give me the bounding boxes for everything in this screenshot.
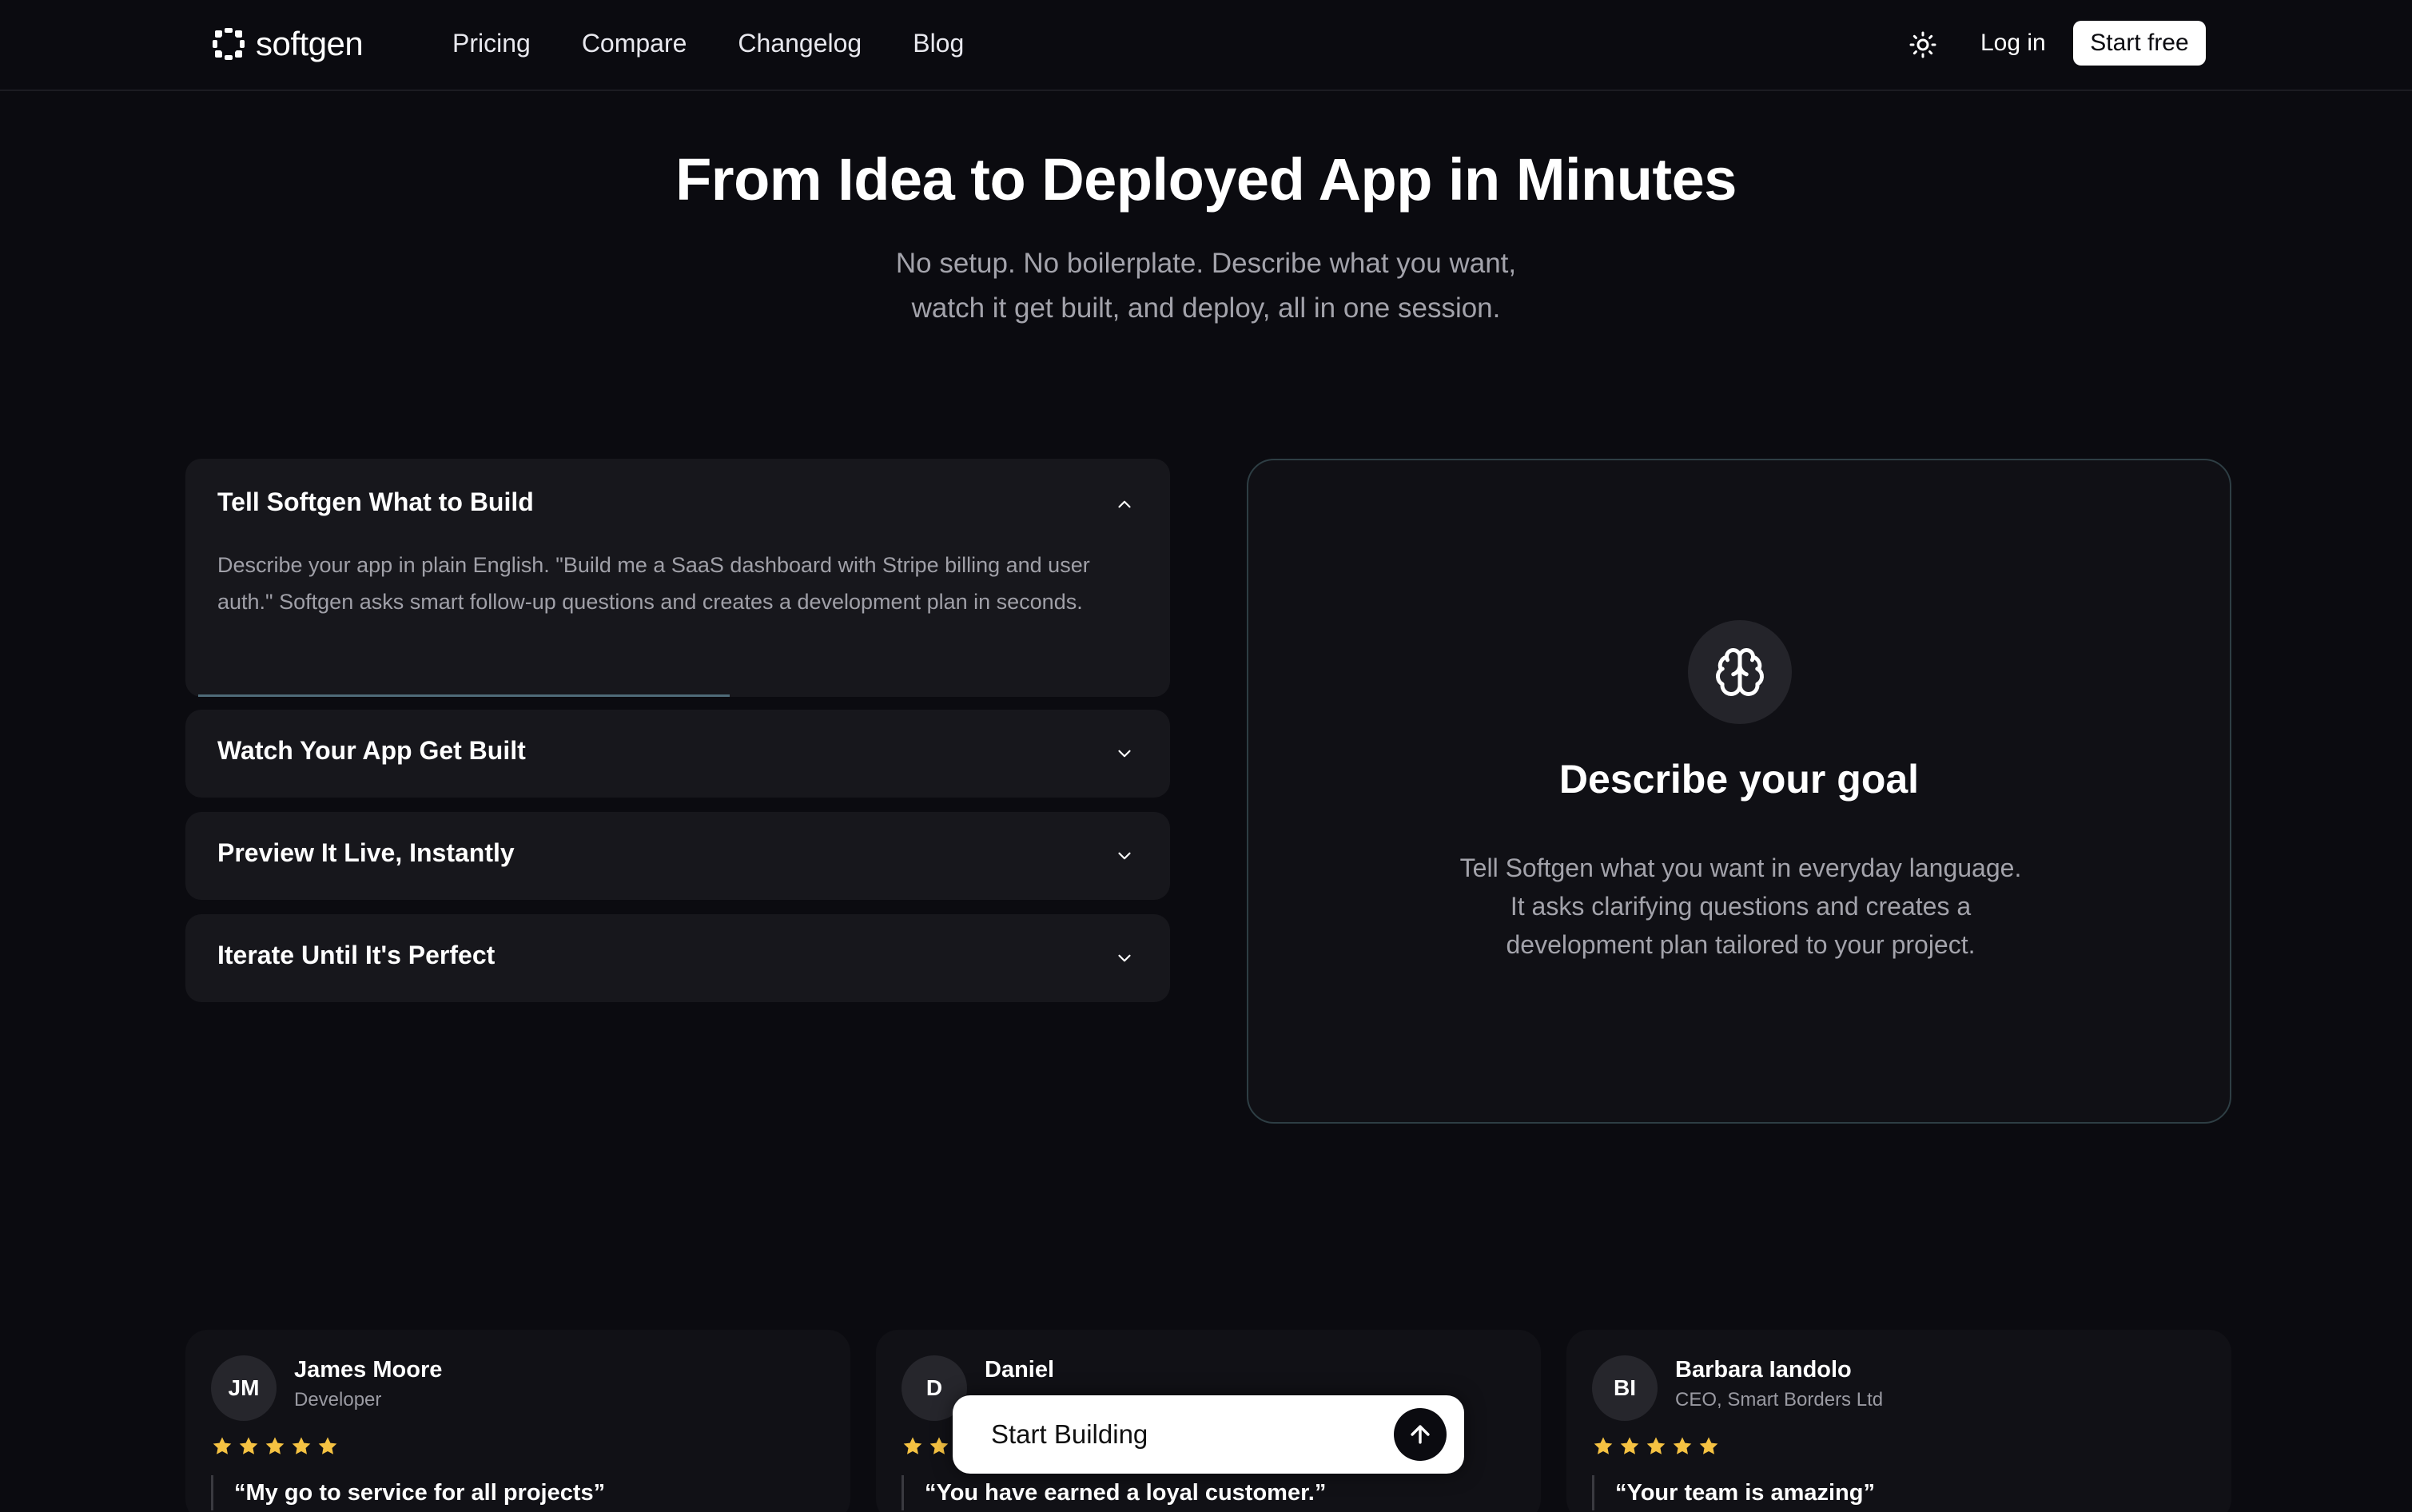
testimonial-name: Barbara Iandolo <box>1675 1357 1852 1383</box>
avatar: JM <box>211 1355 277 1421</box>
hero-subtitle-line-1: No setup. No boilerplate. Describe what … <box>895 248 1517 279</box>
star-icon <box>1646 1437 1666 1454</box>
hero-title: From Idea to Deployed App in Minutes <box>675 146 1737 213</box>
sun-icon[interactable] <box>1909 30 1937 59</box>
chevron-up-icon[interactable] <box>1114 494 1135 515</box>
testimonial-card: BI Barbara Iandolo CEO, Smart Borders Lt… <box>1566 1330 2231 1512</box>
hero-subtitle-line-2: watch it get built, and deploy, all in o… <box>911 292 1501 324</box>
accordion-item-title[interactable]: Watch Your App Get Built <box>217 736 526 766</box>
testimonial-card: JM James Moore Developer “My go to servi… <box>185 1330 850 1512</box>
chevron-down-icon[interactable] <box>1114 846 1135 866</box>
star-icon <box>1699 1437 1718 1454</box>
start-building-bar[interactable]: Start Building <box>953 1395 1464 1474</box>
start-building-submit-button[interactable] <box>1394 1408 1447 1461</box>
accordion-item-preview-live[interactable]: Preview It Live, Instantly <box>185 812 1170 900</box>
star-icon <box>1620 1437 1639 1454</box>
star-icon <box>903 1437 922 1454</box>
star-icon <box>292 1437 311 1454</box>
star-icon <box>239 1437 258 1454</box>
feature-description: Tell Softgen what you want in everyday l… <box>1445 849 2036 964</box>
brain-icon <box>1716 648 1764 696</box>
nav-link-blog[interactable]: Blog <box>913 24 964 62</box>
testimonial-name: Daniel <box>985 1357 1055 1383</box>
brain-icon-badge <box>1688 620 1792 724</box>
top-navigation: softgen Pricing Compare Changelog Blog L… <box>0 0 2412 91</box>
star-rating <box>211 1435 339 1458</box>
nav-link-compare[interactable]: Compare <box>582 24 687 62</box>
logo-text: softgen <box>256 25 364 62</box>
chevron-down-icon[interactable] <box>1114 743 1135 764</box>
accordion-item-body: Describe your app in plain English. "Bui… <box>217 553 1090 614</box>
testimonial-quote: “Your team is amazing” <box>1592 1475 1875 1510</box>
star-icon <box>1594 1437 1613 1454</box>
hero-subtitle: No setup. No boilerplate. Describe what … <box>806 241 1606 331</box>
accordion-item-title[interactable]: Tell Softgen What to Build <box>217 487 534 517</box>
arrow-up-icon <box>1411 1425 1430 1444</box>
start-free-button[interactable]: Start free <box>2073 21 2206 66</box>
testimonial-name: James Moore <box>294 1357 443 1383</box>
star-icon <box>318 1437 337 1454</box>
login-link[interactable]: Log in <box>1980 24 2046 62</box>
chevron-down-icon[interactable] <box>1114 948 1135 969</box>
step-progress-bar <box>198 694 730 697</box>
nav-link-pricing[interactable]: Pricing <box>452 24 531 62</box>
logo[interactable]: softgen <box>209 22 364 66</box>
testimonial-role: Developer <box>294 1389 382 1411</box>
feature-description-line-1: Tell Softgen what you want in everyday l… <box>1459 853 2022 882</box>
accordion-item-tell-softgen[interactable]: Tell Softgen What to Build Describe your… <box>185 459 1170 697</box>
star-icon <box>929 1437 949 1454</box>
star-icon <box>213 1437 232 1454</box>
accordion-item-title[interactable]: Preview It Live, Instantly <box>217 838 515 868</box>
feature-title: Describe your goal <box>1558 757 1920 802</box>
nav-links: Pricing Compare Changelog Blog <box>452 24 964 62</box>
feature-description-line-2: It asks clarifying questions and creates… <box>1510 892 1972 921</box>
accordion-item-watch-app[interactable]: Watch Your App Get Built <box>185 710 1170 798</box>
accordion-item-iterate[interactable]: Iterate Until It's Perfect <box>185 914 1170 1002</box>
testimonial-role: CEO, Smart Borders Ltd <box>1675 1389 1884 1411</box>
star-icon <box>265 1437 285 1454</box>
testimonial-quote: “You have earned a loyal customer.” <box>902 1475 1326 1510</box>
feature-panel: Describe your goal Tell Softgen what you… <box>1247 459 2231 1124</box>
start-building-label[interactable]: Start Building <box>991 1416 1148 1453</box>
nav-link-changelog[interactable]: Changelog <box>738 24 862 62</box>
softgen-logo-icon <box>213 28 245 60</box>
testimonial-quote: “My go to service for all projects” <box>211 1475 605 1510</box>
star-rating <box>1592 1435 1720 1458</box>
star-icon <box>1673 1437 1692 1454</box>
accordion-item-title[interactable]: Iterate Until It's Perfect <box>217 941 495 970</box>
feature-description-line-3: development plan tailored to your projec… <box>1506 930 1976 959</box>
avatar: BI <box>1592 1355 1658 1421</box>
